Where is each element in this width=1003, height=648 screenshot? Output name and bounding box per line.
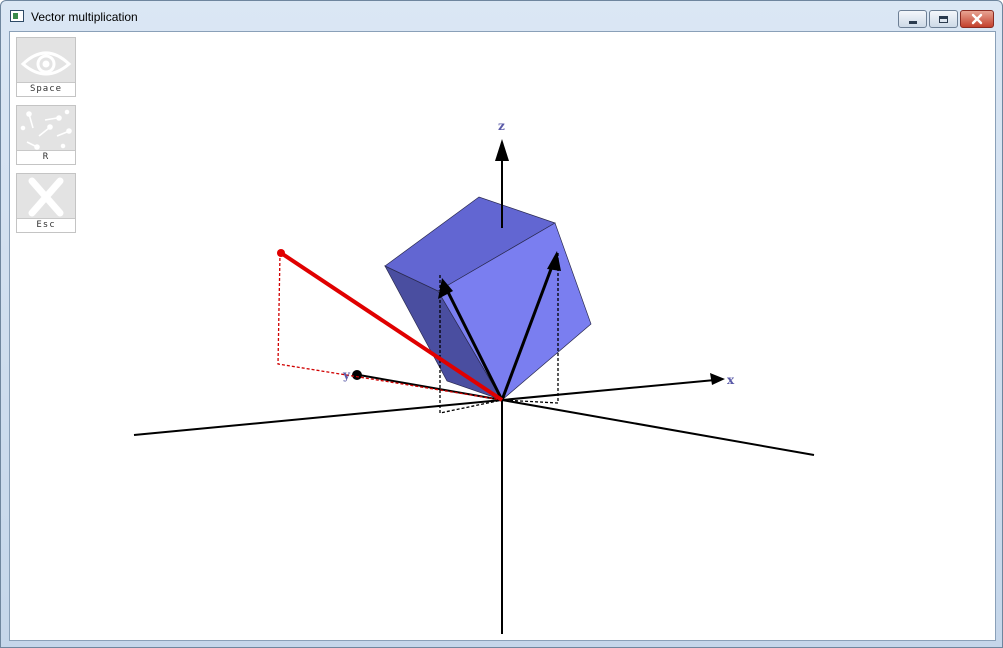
vectors-icon (20, 109, 72, 150)
window-title: Vector multiplication (31, 10, 138, 24)
close-x-icon (28, 177, 64, 217)
axis-line-x-negative (501, 399, 815, 456)
maximize-button[interactable] (929, 10, 958, 28)
exit-button[interactable]: Esc (16, 173, 76, 233)
minimize-button[interactable] (898, 10, 927, 28)
minimize-icon (908, 20, 917, 24)
scene-canvas[interactable]: z x y (10, 32, 995, 640)
exit-label: Esc (17, 218, 75, 232)
axis-label-z: z (498, 119, 505, 133)
eye-icon (20, 51, 72, 76)
axis-x-arrowhead (710, 373, 725, 385)
close-button[interactable] (960, 10, 994, 28)
title-bar[interactable]: Vector multiplication (1, 1, 1002, 31)
axis-z-arrowhead (495, 139, 509, 161)
maximize-icon (939, 15, 948, 23)
axis-line-x-positive (501, 379, 716, 401)
view-space-label: Space (17, 82, 75, 96)
axis-label-x: x (727, 373, 735, 387)
reset-vectors-label: R (17, 150, 75, 164)
axis-label-y: y (342, 368, 351, 382)
cross-product-endpoint (277, 249, 285, 257)
axis-line-y-negative (133, 399, 503, 436)
close-icon (971, 13, 983, 25)
app-icon (10, 10, 24, 22)
app-window: Vector multiplication z x y Space R Esc (0, 0, 1003, 648)
axis-y-endpoint (352, 370, 362, 380)
view-space-button[interactable]: Space (16, 37, 76, 97)
viewport[interactable]: z x y Space R Esc (9, 31, 996, 641)
reset-vectors-button[interactable]: R (16, 105, 76, 165)
